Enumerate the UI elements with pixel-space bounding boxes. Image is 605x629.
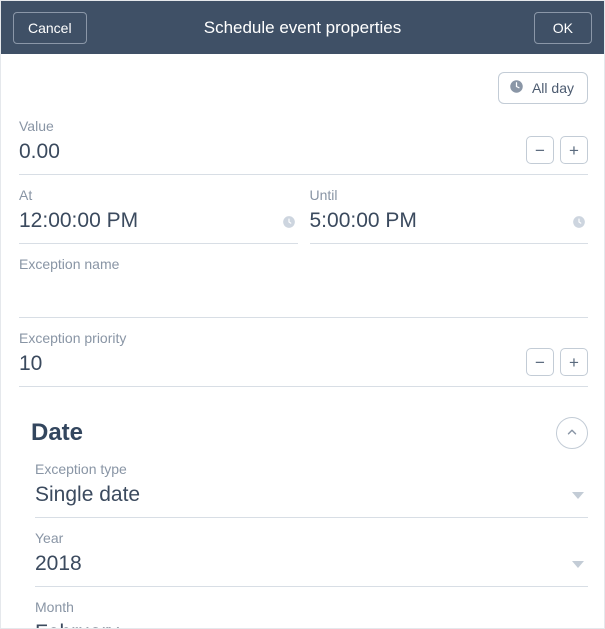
year-label: Year: [35, 530, 588, 546]
dialog-body: All day Value 0.00 − + At 12:00:00 PM Un…: [1, 54, 604, 628]
exception-name-field[interactable]: Exception name: [19, 256, 588, 318]
exception-type-value: Single date: [35, 483, 140, 507]
exception-type-field[interactable]: Exception type Single date: [35, 461, 588, 518]
collapse-button[interactable]: [556, 417, 588, 449]
month-value: February: [35, 621, 119, 628]
value-label: Value: [19, 118, 588, 134]
date-section-header: Date: [19, 399, 588, 461]
cancel-button[interactable]: Cancel: [13, 12, 87, 44]
month-label: Month: [35, 599, 588, 615]
month-field[interactable]: Month February: [35, 599, 588, 628]
date-section-body: Exception type Single date Year 2018 Mon…: [19, 461, 588, 628]
year-field[interactable]: Year 2018: [35, 530, 588, 587]
until-field[interactable]: Until 5:00:00 PM: [310, 187, 589, 244]
until-value: 5:00:00 PM: [310, 205, 589, 243]
exception-priority-field: Exception priority 10 − +: [19, 330, 588, 387]
caret-down-icon: [572, 561, 584, 568]
clock-icon: [282, 215, 296, 229]
exception-type-label: Exception type: [35, 461, 588, 477]
year-value: 2018: [35, 552, 82, 576]
exception-priority-stepper: − +: [526, 348, 588, 376]
exception-name-value: [19, 274, 588, 288]
clock-icon: [572, 215, 586, 229]
date-section-title: Date: [31, 419, 83, 447]
priority-plus-button[interactable]: +: [560, 348, 588, 376]
exception-priority-label: Exception priority: [19, 330, 588, 346]
value-value[interactable]: 0.00: [19, 136, 588, 174]
dialog-header: Cancel Schedule event properties OK: [1, 1, 604, 54]
all-day-toggle[interactable]: All day: [498, 72, 588, 104]
dialog-title: Schedule event properties: [204, 18, 402, 38]
priority-minus-button[interactable]: −: [526, 348, 554, 376]
ok-button[interactable]: OK: [534, 12, 592, 44]
value-minus-button[interactable]: −: [526, 136, 554, 164]
until-label: Until: [310, 187, 589, 203]
exception-name-label: Exception name: [19, 256, 588, 272]
value-stepper: − +: [526, 136, 588, 164]
at-field[interactable]: At 12:00:00 PM: [19, 187, 298, 244]
value-plus-button[interactable]: +: [560, 136, 588, 164]
chevron-up-icon: [565, 425, 579, 442]
value-field: Value 0.00 − +: [19, 118, 588, 175]
exception-priority-value[interactable]: 10: [19, 348, 588, 386]
all-day-label: All day: [532, 80, 574, 96]
caret-down-icon: [572, 492, 584, 499]
at-label: At: [19, 187, 298, 203]
at-value: 12:00:00 PM: [19, 205, 298, 243]
clock-icon: [509, 79, 524, 97]
dialog: Cancel Schedule event properties OK All …: [0, 0, 605, 629]
